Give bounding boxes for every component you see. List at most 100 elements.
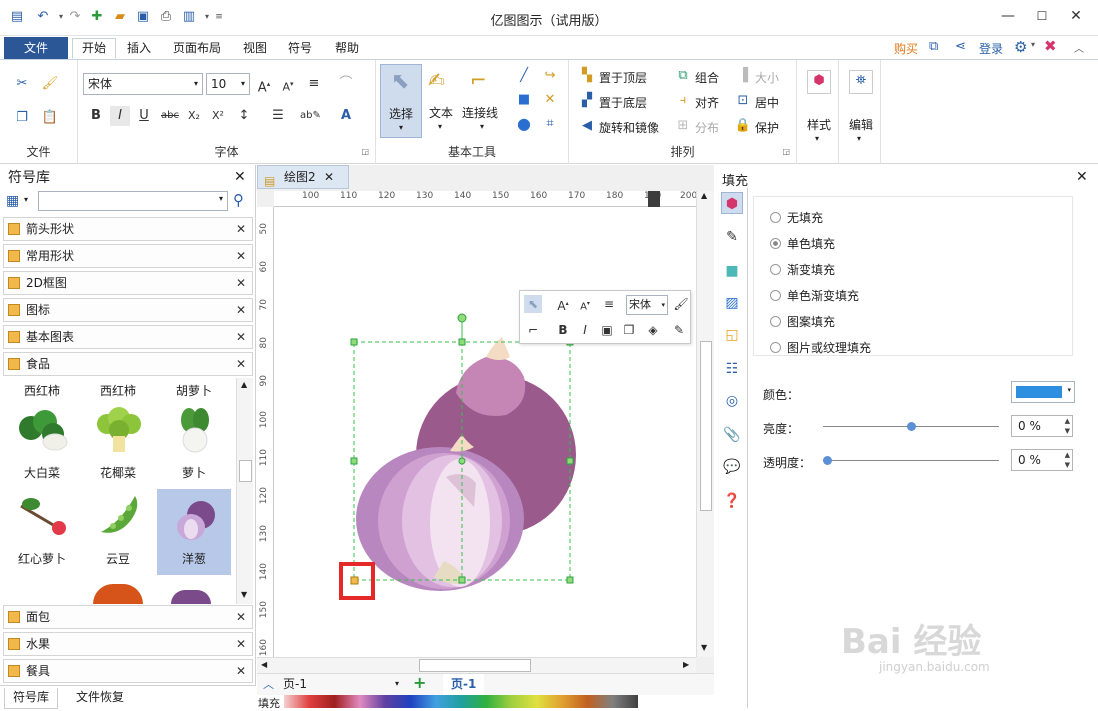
theme-icon[interactable]: ✖ xyxy=(1044,37,1057,55)
distribute-label[interactable]: 分布 xyxy=(695,119,719,136)
size-icon[interactable]: ▐ xyxy=(733,66,753,86)
option-solid-fill[interactable]: 单色填充 xyxy=(770,235,835,252)
category-fruit[interactable]: 水果 ✕ xyxy=(3,632,253,656)
tab-page-layout[interactable]: 页面布局 xyxy=(164,39,230,60)
close-category-icon[interactable]: ✕ xyxy=(236,326,246,348)
bring-to-front-icon[interactable]: ▚ xyxy=(577,66,597,86)
color-palette[interactable] xyxy=(284,695,638,708)
option-no-fill[interactable]: 无填充 xyxy=(770,209,823,226)
library-search-input[interactable]: ▾ xyxy=(38,191,228,211)
resize-handle-top-left[interactable] xyxy=(350,338,358,346)
float-send-back-icon[interactable]: ❐ xyxy=(620,321,638,339)
float-format-painter-icon[interactable]: 🖌 xyxy=(672,295,690,313)
float-fill-icon[interactable]: ◈ xyxy=(644,321,662,339)
bullets-icon[interactable]: ☰ xyxy=(268,106,288,126)
login-link[interactable]: 登录 xyxy=(979,40,1003,57)
group-icon[interactable]: ⧉ xyxy=(673,66,693,86)
horizontal-scroll-thumb[interactable] xyxy=(419,659,531,672)
center-handle[interactable] xyxy=(458,457,466,465)
search-icon[interactable]: ⚲ xyxy=(233,191,244,209)
ellipse-icon[interactable]: ● xyxy=(514,114,534,134)
resize-handle-bottom-left[interactable] xyxy=(350,576,359,585)
font-size-select[interactable]: 10 ▾ xyxy=(206,73,250,95)
shape-kidney-bean[interactable]: 云豆 xyxy=(81,492,155,580)
attachment-tab-icon[interactable]: 📎 xyxy=(721,424,743,446)
page-tab-icon[interactable]: ◱ xyxy=(721,324,743,346)
tab-file[interactable]: 文件 xyxy=(4,37,68,59)
close-document-icon[interactable]: ✕ xyxy=(324,166,334,188)
shape-grid-scrollbar[interactable]: ▲ ▼ xyxy=(236,378,253,604)
scroll-up-icon[interactable]: ▲ xyxy=(701,191,707,200)
group-edit[interactable]: ⛯ 编辑 ▾ xyxy=(839,60,881,164)
scroll-left-icon[interactable]: ◀ xyxy=(261,660,267,669)
underline-icon[interactable]: U xyxy=(134,106,154,126)
align-label[interactable]: 对齐 xyxy=(695,94,719,111)
rectangle-icon[interactable]: ■ xyxy=(514,90,534,110)
float-italic-icon[interactable]: I xyxy=(576,321,594,339)
protect-label[interactable]: 保护 xyxy=(755,119,779,136)
text-tool-button[interactable]: ✍ 文本 ▾ xyxy=(424,64,460,138)
help-icon[interactable]: ❓ xyxy=(721,490,743,512)
properties-tab-icon[interactable]: ☷ xyxy=(721,358,743,380)
rotate-mirror-label[interactable]: 旋转和镜像 xyxy=(599,119,659,136)
italic-icon[interactable]: I xyxy=(110,106,130,126)
add-page-icon[interactable]: + xyxy=(413,673,426,692)
shape-cauliflower[interactable]: 花椰菜 xyxy=(81,406,155,494)
line-spacing-icon[interactable]: ↕ xyxy=(234,106,254,126)
center-icon[interactable]: ⊡ xyxy=(733,91,753,111)
close-category-icon[interactable]: ✕ xyxy=(236,633,246,655)
close-window-icon[interactable]: ✕ xyxy=(1064,6,1088,26)
category-common-shapes[interactable]: 常用形状 ✕ xyxy=(3,244,253,268)
option-pattern-fill[interactable]: 图案填充 xyxy=(770,313,835,330)
transparency-slider[interactable] xyxy=(823,460,999,461)
float-select-icon[interactable]: ⬉ xyxy=(524,295,542,313)
size-label[interactable]: 大小 xyxy=(755,69,779,86)
shape-radish[interactable]: 萝卜 xyxy=(157,406,231,494)
tab-insert[interactable]: 插入 xyxy=(118,39,160,60)
float-decrease-font-icon[interactable]: A▾ xyxy=(576,295,594,313)
close-category-icon[interactable]: ✕ xyxy=(236,606,246,628)
connector-tool-button[interactable]: ⌐ 连接线 ▾ xyxy=(460,64,506,138)
float-line-color-icon[interactable]: ✎ xyxy=(670,321,688,339)
page-select[interactable]: 页-1 ▾ xyxy=(283,675,403,693)
shape-red-radish[interactable]: 红心萝卜 xyxy=(5,492,79,580)
resize-handle-right[interactable] xyxy=(566,457,574,465)
category-2d-block[interactable]: 2D框图 ✕ xyxy=(3,271,253,295)
cut-icon[interactable]: ✂ xyxy=(12,74,32,94)
subscript-icon[interactable]: X₂ xyxy=(184,106,204,126)
scroll-right-icon[interactable]: ▶ xyxy=(683,660,689,669)
shadow-tab-icon[interactable]: ■ xyxy=(721,260,743,282)
line-icon[interactable]: ╱ xyxy=(514,66,534,86)
protect-lock-icon[interactable]: 🔒 xyxy=(733,116,753,136)
option-mono-gradient-fill[interactable]: 单色渐变填充 xyxy=(770,287,859,304)
group-label[interactable]: 组合 xyxy=(695,69,719,86)
comment-tab-icon[interactable]: 💬 xyxy=(721,456,743,478)
page-up-icon[interactable]: ︿ xyxy=(263,676,274,692)
close-category-icon[interactable]: ✕ xyxy=(236,245,246,267)
text-curve-icon[interactable]: ⌒ xyxy=(336,74,356,94)
resize-handle-left[interactable] xyxy=(350,457,358,465)
copy-icon[interactable]: ❐ xyxy=(12,108,32,128)
settings-icon[interactable]: ⚙ xyxy=(1014,38,1027,56)
increase-font-icon[interactable]: A▴ xyxy=(254,74,274,95)
close-fill-panel-icon[interactable]: ✕ xyxy=(1076,169,1088,185)
curve-icon[interactable]: ↪ xyxy=(540,66,560,86)
crop-icon[interactable]: ⌗ xyxy=(540,114,560,134)
close-category-icon[interactable]: ✕ xyxy=(236,272,246,294)
tab-file-recovery[interactable]: 文件恢复 xyxy=(68,688,132,709)
library-menu-dropdown-icon[interactable]: ▾ xyxy=(24,195,28,204)
group-style[interactable]: ⬢ 样式 ▾ xyxy=(797,60,839,164)
brightness-slider-knob[interactable] xyxy=(907,422,916,431)
float-bring-front-icon[interactable]: ▣ xyxy=(598,321,616,339)
category-icons[interactable]: 图标 ✕ xyxy=(3,298,253,322)
page-tab-1[interactable]: 页-1 xyxy=(443,674,485,696)
scroll-up-icon[interactable]: ▲ xyxy=(241,380,247,389)
category-food[interactable]: 食品 ✕ xyxy=(3,352,253,376)
float-bold-icon[interactable]: B xyxy=(554,321,572,339)
font-dialog-launcher-icon[interactable]: ◲ xyxy=(361,147,369,156)
align-text-icon[interactable]: ≡ xyxy=(304,74,324,94)
scroll-thumb[interactable] xyxy=(239,460,252,482)
center-label[interactable]: 居中 xyxy=(755,94,779,111)
category-tableware[interactable]: 餐具 ✕ xyxy=(3,659,253,683)
fill-tab-icon[interactable]: ⬢ xyxy=(721,192,743,214)
